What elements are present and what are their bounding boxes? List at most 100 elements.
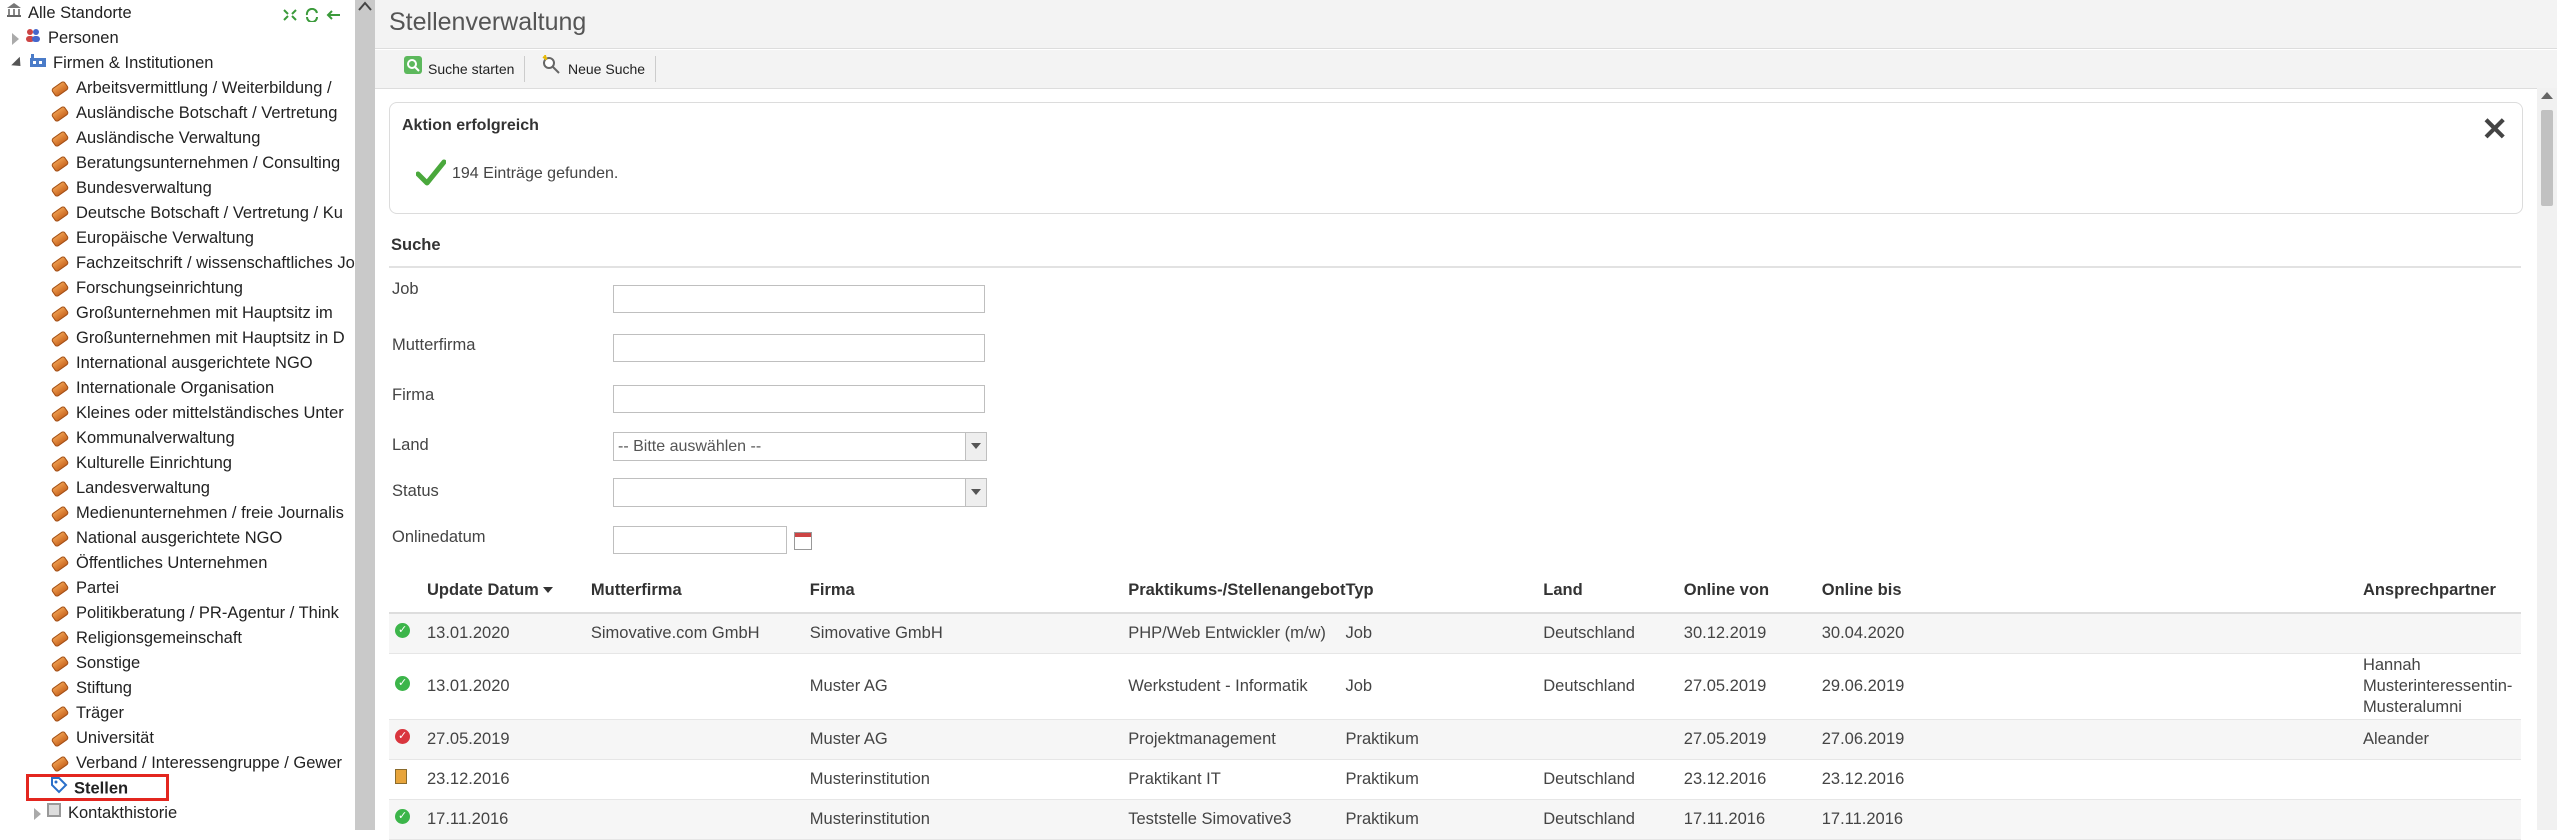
onlinedatum-label: Onlinedatum	[392, 528, 486, 546]
category-tag-icon	[50, 704, 70, 723]
tree-item-category[interactable]: International ausgerichtete NGO	[50, 351, 313, 376]
tree-item-category[interactable]: Religionsgemeinschaft	[50, 626, 243, 651]
angebot-cell: Werkstudent - Informatik	[1128, 653, 1346, 720]
tree-item-category[interactable]: Deutsche Botschaft / Vertretung / Ku	[50, 201, 343, 226]
tree-item-label: Deutsche Botschaft / Vertretung / Ku	[76, 204, 343, 222]
tree-item-label: Religionsgemeinschaft	[76, 629, 243, 647]
typ-cell: Praktikum	[1345, 719, 1544, 760]
column-header-update[interactable]: Update Datum	[427, 568, 591, 614]
calendar-icon[interactable]	[794, 532, 812, 550]
column-header-firma[interactable]: Firma	[809, 568, 1129, 614]
mutterfirma-cell: Simovative.com GmbH	[590, 613, 810, 654]
tree-item-category[interactable]: Forschungseinrichtung	[50, 276, 243, 301]
tree-item-category[interactable]: Ausländische Verwaltung	[50, 126, 260, 151]
scroll-thumb[interactable]	[2541, 110, 2553, 206]
tree-item-category[interactable]: Kulturelle Einrichtung	[50, 451, 232, 476]
tree-item-category[interactable]: Fachzeitschrift / wissenschaftliches Jo	[50, 251, 355, 276]
tree-item-category[interactable]: Stiftung	[50, 676, 132, 701]
tree-item-category[interactable]: Landesverwaltung	[50, 476, 210, 501]
tree-item-label: Firmen & Institutionen	[53, 54, 214, 72]
status-select[interactable]	[613, 478, 987, 507]
expand-arrow-icon[interactable]	[12, 32, 19, 45]
search-icon	[403, 55, 423, 83]
job-input[interactable]	[613, 285, 985, 313]
table-row[interactable]: 13.01.2020 Muster AGWerkstudent - Informa…	[389, 653, 2521, 720]
onlinedatum-input[interactable]	[613, 526, 787, 554]
table-row[interactable]: 23.12.2016 Musterinstitution Praktikant IT…	[389, 759, 2521, 800]
tree-item-firmen[interactable]: Firmen & Institutionen	[11, 51, 214, 76]
toolbar: Suche starten Neue Suche	[375, 50, 2557, 89]
tree-item-label: Fachzeitschrift / wissenschaftliches Jo	[76, 254, 355, 272]
tree-item-personen[interactable]: Personen	[12, 26, 119, 51]
vertical-scrollbar[interactable]	[2537, 88, 2557, 830]
new-search-button[interactable]: Neue Suche	[541, 54, 646, 82]
tree-item-category[interactable]: Partei	[50, 576, 120, 601]
tree-item-category[interactable]: Universität	[50, 726, 154, 751]
column-header-land[interactable]: Land	[1543, 568, 1684, 614]
status-cell	[389, 653, 427, 720]
expand-all-icon[interactable]	[282, 7, 298, 21]
category-tag-icon	[50, 79, 70, 98]
tree-item-category[interactable]: Öffentliches Unternehmen	[50, 551, 268, 576]
mutterfirma-input[interactable]	[613, 334, 985, 362]
tree-item-category[interactable]: Träger	[50, 701, 124, 726]
typ-cell: Job	[1345, 653, 1544, 720]
firma-input[interactable]	[613, 385, 985, 413]
tree-item-label: Kleines oder mittelständisches Unter	[76, 404, 344, 422]
tree-item-category[interactable]: Medienunternehmen / freie Journalis	[50, 501, 344, 526]
status-cell	[389, 613, 427, 654]
tree-item-category[interactable]: Sonstige	[50, 651, 140, 676]
close-icon[interactable]: ✕	[2481, 113, 2508, 145]
tree-item-label: Partei	[76, 579, 120, 597]
column-header-typ[interactable]: Typ	[1345, 568, 1544, 614]
chevron-down-icon	[965, 433, 986, 460]
panel-splitter[interactable]	[355, 0, 375, 830]
tree-item-label: Öffentliches Unternehmen	[76, 554, 268, 572]
tree-item-category[interactable]: Internationale Organisation	[50, 376, 274, 401]
status-label: Status	[392, 482, 439, 500]
scroll-up-icon[interactable]	[2541, 92, 2553, 99]
status-cell	[389, 759, 427, 800]
tree-item-kontakthistorie[interactable]: Kontakthistorie	[34, 801, 177, 826]
column-header-angebot[interactable]: Praktikums-/Stellenangebot	[1128, 568, 1346, 614]
column-header-ansprechpartner[interactable]: Ansprechpartner	[2362, 568, 2521, 614]
firma-label: Firma	[392, 386, 435, 404]
online-von-cell: 30.12.2019	[1683, 613, 1822, 654]
angebot-cell: Teststelle Simovative3	[1128, 799, 1346, 840]
tree-item-category[interactable]: Kleines oder mittelständisches Unter	[50, 401, 344, 426]
tree-item-category[interactable]: Ausländische Botschaft / Vertretung	[50, 101, 337, 126]
tree-item-label: Medienunternehmen / freie Journalis	[76, 504, 344, 522]
tree-item-category[interactable]: Großunternehmen mit Hauptsitz im	[50, 301, 333, 326]
table-row[interactable]: 13.01.2020Simovative.com GmbHSimovative …	[389, 613, 2521, 654]
tree-item-category[interactable]: National ausgerichtete NGO	[50, 526, 282, 551]
expand-arrow-icon[interactable]	[34, 807, 41, 820]
column-header-online-bis[interactable]: Online bis	[1821, 568, 2363, 614]
land-select[interactable]: -- Bitte auswählen --	[613, 432, 987, 461]
ansprechpartner-cell: Aleander	[2362, 719, 2521, 760]
search-start-button[interactable]: Suche starten	[403, 56, 514, 82]
status-draft-icon	[395, 769, 407, 784]
tree-item-category[interactable]: Verband / Interessengruppe / Gewer	[50, 751, 342, 776]
column-header-mutterfirma[interactable]: Mutterfirma	[590, 568, 810, 614]
collapse-arrow-icon[interactable]	[11, 56, 25, 71]
tree-item-category[interactable]: Beratungsunternehmen / Consulting	[50, 151, 340, 176]
collapse-icon[interactable]	[326, 7, 342, 21]
refresh-icon[interactable]	[304, 7, 320, 23]
table-row[interactable]: 17.11.2016 MusterinstitutionTeststelle Si…	[389, 799, 2521, 840]
tree-item-category[interactable]: Europäische Verwaltung	[50, 226, 254, 251]
tree-item-category[interactable]: Kommunalverwaltung	[50, 426, 235, 451]
tree-item-category[interactable]: Großunternehmen mit Hauptsitz in D	[50, 326, 345, 351]
column-header-online-von[interactable]: Online von	[1683, 568, 1822, 614]
category-tag-icon	[50, 304, 70, 323]
tree-item-label: Großunternehmen mit Hauptsitz in D	[76, 329, 345, 347]
tree-item-category[interactable]: Bundesverwaltung	[50, 176, 212, 201]
new-search-label: Neue Suche	[568, 61, 646, 77]
table-row[interactable]: 27.05.2019 Muster AGProjektmanagementPrak…	[389, 719, 2521, 760]
category-tag-icon	[50, 729, 70, 748]
angebot-cell: Projektmanagement	[1128, 719, 1346, 760]
land-select-value: -- Bitte auswählen --	[618, 438, 762, 455]
tree-item-category[interactable]: Arbeitsvermittlung / Weiterbildung /	[50, 76, 332, 101]
search-heading: Suche	[391, 236, 441, 254]
tree-item-category[interactable]: Politikberatung / PR-Agentur / Think	[50, 601, 339, 626]
tree-root[interactable]: Alle Standorte	[6, 1, 132, 26]
